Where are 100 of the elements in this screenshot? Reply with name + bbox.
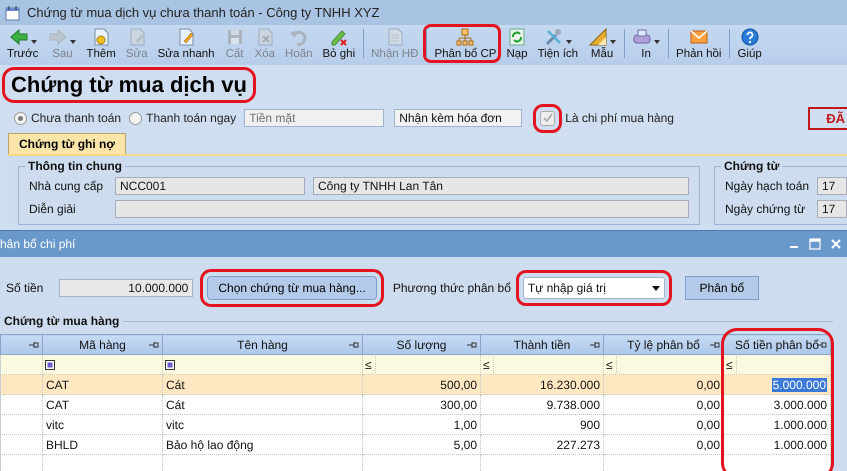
group-title: Thông tin chung [25, 159, 125, 173]
pin-icon [467, 341, 477, 349]
table-cell: Cát [166, 398, 185, 412]
column-header[interactable]: Số tiền phân bổ [724, 334, 830, 354]
status-stamp: ĐÃ [808, 106, 847, 130]
date-field[interactable]: 17 [817, 177, 847, 195]
table-cell: 0,00 [696, 418, 720, 432]
table-cell: 0,00 [696, 378, 720, 392]
toolbar-button[interactable]: Bỏ ghi [318, 24, 360, 63]
table-cell: 0,00 [696, 438, 720, 452]
table-cell: vitc [46, 418, 64, 432]
caret-icon [30, 40, 37, 44]
toolbar-button[interactable]: Giúp [726, 24, 767, 63]
table-cell: 5,00 [454, 438, 477, 452]
tab[interactable]: Chứng từ ghi nợ [8, 133, 126, 154]
toolbar-button[interactable]: Nạp [501, 24, 533, 63]
column-header[interactable]: Tỷ lệ phân bổ [604, 334, 724, 354]
caret-icon [610, 40, 616, 44]
filter-cell[interactable]: ≤ [362, 354, 480, 374]
table-cell: vitc [166, 418, 184, 432]
table-cell: 9.738.000 [546, 398, 600, 412]
table-cell: 1.000.000 [774, 418, 827, 432]
calendar-icon [5, 4, 21, 20]
allocate-button[interactable]: Phân bổ [684, 276, 759, 300]
toolbar-button[interactable]: Tiện ích [532, 24, 584, 63]
page-heading: Chứng từ mua dịch vụ [2, 67, 256, 103]
field-label: Nhà cung cấp [29, 179, 104, 193]
refresh-icon [507, 27, 527, 47]
toolbar-button[interactable]: Phản hồi [665, 24, 726, 63]
amount-field[interactable]: 10.000.000 [59, 279, 194, 297]
column-header[interactable] [0, 334, 42, 354]
input-field[interactable]: NCC001 [115, 177, 305, 195]
pin-icon [349, 341, 359, 349]
table-cell: CAT [46, 378, 70, 392]
filter-cell[interactable]: ≤ [604, 354, 724, 374]
arrow-left-icon [8, 27, 29, 47]
caret-icon [566, 40, 572, 44]
tools-icon [544, 27, 564, 47]
caret-icon [654, 40, 660, 44]
table-cell: 0,00 [696, 398, 720, 412]
column-header[interactable]: Tên hàng [162, 334, 362, 354]
pin-icon [149, 341, 159, 349]
filter-square-icon [165, 360, 175, 370]
field-label: Ngày hạch toán [725, 179, 809, 193]
section-title: Chứng từ mua hàng [4, 314, 120, 328]
table-cell: BHLD [46, 438, 78, 452]
field-label: Ngày chứng từ [725, 202, 806, 216]
column-header[interactable]: Số lượng [362, 334, 480, 354]
table-cell: 3.000.000 [774, 398, 827, 412]
field-label: Số tiền [6, 281, 44, 295]
table-cell: CAT [46, 398, 70, 412]
input-field[interactable] [115, 200, 689, 218]
table-cell: 1.000.000 [774, 438, 827, 452]
table-cell: Cát [166, 378, 185, 392]
checkbox-label: Là chi phí mua hàng [565, 111, 674, 125]
pin-icon [817, 341, 827, 349]
radio-label: Chưa thanh toán [31, 111, 122, 125]
filter-cell[interactable]: ≤ [480, 354, 604, 374]
toolbar-button[interactable]: Thêm [81, 24, 121, 63]
field-label: Phương thức phân bổ [392, 281, 511, 295]
table-cell: 500,00 [440, 378, 477, 392]
filter-cell[interactable]: ≤ [724, 354, 830, 374]
filter-cell[interactable] [42, 354, 162, 374]
filter-square-icon [45, 360, 55, 370]
table-cell: Bảo hộ lao động [166, 438, 254, 452]
caret-icon [70, 40, 76, 44]
hierarchy-icon [455, 27, 476, 47]
toolbar-button[interactable]: Mẫu [583, 24, 622, 63]
check-icon [542, 113, 553, 123]
toolbar-button[interactable]: In [621, 24, 666, 63]
radio-button[interactable] [14, 112, 27, 124]
date-field[interactable]: 17 [817, 200, 847, 218]
table-cell: 16.230.000 [540, 378, 600, 392]
pin-icon [29, 341, 39, 349]
maximize-icon[interactable] [809, 238, 821, 250]
pin-icon [590, 341, 600, 349]
table-cell: 227.273 [556, 438, 600, 452]
window-title: Chứng từ mua dịch vụ chưa thanh toán - Công ty TNHH XYZ [27, 5, 380, 20]
radio-label: Thanh toán ngay [146, 111, 236, 125]
dropdown-arrow-icon [652, 286, 660, 290]
input-field[interactable]: Công ty TNHH Lan Tân [313, 177, 689, 195]
toolbar-button[interactable]: Trước [2, 24, 44, 63]
column-header[interactable]: Thành tiền [480, 334, 604, 354]
pin-icon [710, 341, 720, 349]
toolbar-button[interactable]: Phân bổ CP [423, 24, 502, 63]
invoice-field[interactable]: Nhận kèm hóa đơn [394, 109, 522, 127]
filter-cell[interactable] [162, 354, 362, 374]
field-label: Diễn giải [29, 202, 77, 216]
table-cell: 900 [580, 418, 600, 432]
close-icon[interactable] [831, 239, 841, 249]
triangle-ruler-icon [588, 27, 608, 47]
dialog-title: hân bổ chi phí [0, 237, 76, 251]
table-cell: 300,00 [440, 398, 477, 412]
toolbar-button[interactable]: Sửa nhanh [152, 24, 220, 63]
help-icon [740, 27, 760, 47]
column-header[interactable]: Mã hàng [42, 334, 162, 354]
group-title: Chứng từ [721, 159, 782, 173]
radio-button[interactable] [129, 112, 142, 124]
table-cell: 5.000.000 [772, 378, 827, 392]
arrow-right-icon [48, 27, 68, 47]
